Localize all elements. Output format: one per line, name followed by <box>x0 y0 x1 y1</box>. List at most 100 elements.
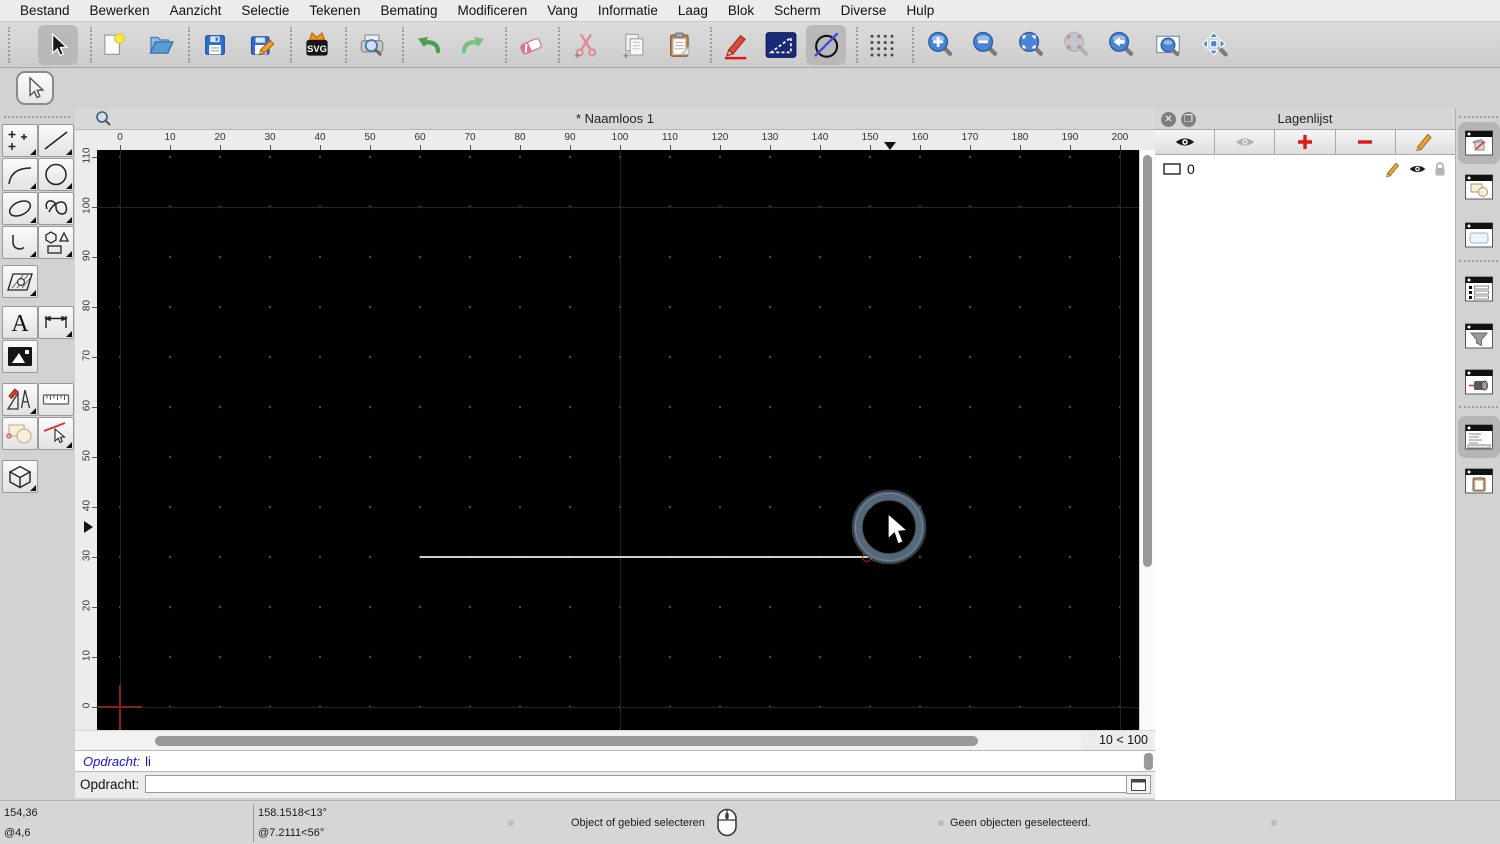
text-tool-button[interactable]: A <box>2 306 38 339</box>
curve-tool-button[interactable] <box>2 226 38 259</box>
horizontal-scrollbar[interactable]: 10 < 100 <box>75 730 1155 751</box>
copy-button[interactable] <box>614 25 654 65</box>
drafting-tool-button[interactable] <box>2 383 38 416</box>
new-document-button[interactable] <box>93 25 133 65</box>
draw-pencil-button[interactable] <box>715 25 755 65</box>
arc-tool-button[interactable] <box>2 158 38 191</box>
zoom-fit-button[interactable] <box>1011 25 1051 65</box>
zoom-window-button[interactable] <box>1148 25 1188 65</box>
select-arrow-button[interactable] <box>38 25 78 65</box>
layer-name: 0 <box>1187 161 1195 177</box>
hruler-label: 130 <box>761 132 779 143</box>
menu-item-informatie[interactable]: Informatie <box>588 3 668 18</box>
zoom-selection-button[interactable] <box>1056 25 1096 65</box>
layer-row[interactable]: 0 <box>1155 158 1455 180</box>
polygon-tool-button[interactable] <box>38 226 74 259</box>
hruler-label: 40 <box>314 132 326 143</box>
hruler-label: 90 <box>564 132 576 143</box>
show-all-eye-icon <box>1174 134 1196 150</box>
spline-tool-button[interactable] <box>38 192 74 225</box>
image-tool-button[interactable] <box>2 340 38 373</box>
list-panel-button[interactable] <box>1462 272 1496 306</box>
document-titlebar[interactable]: * Naamloos 1 <box>75 108 1155 130</box>
ellipse-line-button[interactable] <box>806 25 846 65</box>
save-button[interactable] <box>195 25 235 65</box>
hruler-label: 50 <box>364 132 376 143</box>
menu-item-aanzicht[interactable]: Aanzicht <box>160 3 232 18</box>
menu-item-selectie[interactable]: Selectie <box>231 3 299 18</box>
clipboard-panel-button[interactable] <box>1462 464 1496 498</box>
origin-cross <box>119 685 121 730</box>
pan-button[interactable] <box>1195 25 1235 65</box>
paste-button[interactable] <box>660 25 700 65</box>
remove-layer-button[interactable] <box>1335 130 1396 155</box>
save-as-button[interactable] <box>242 25 282 65</box>
command-input[interactable] <box>145 775 1128 793</box>
box-3d-tool-button[interactable] <box>2 460 38 493</box>
line-tool-button[interactable] <box>38 124 74 157</box>
menu-item-bestand[interactable]: Bestand <box>10 3 80 18</box>
menu-item-blok[interactable]: Blok <box>718 3 764 18</box>
cursor-tool-button[interactable] <box>16 71 54 105</box>
menu-item-laag[interactable]: Laag <box>668 3 718 18</box>
vruler-label: 80 <box>81 299 93 312</box>
svg-export-button[interactable]: SVG <box>297 25 337 65</box>
edit-layer-button[interactable] <box>1395 130 1456 155</box>
vruler-label: 10 <box>81 649 93 662</box>
hruler-label: 80 <box>514 132 526 143</box>
menu-item-diverse[interactable]: Diverse <box>831 3 897 18</box>
panel-strip <box>1455 108 1500 800</box>
menu-item-bewerken[interactable]: Bewerken <box>80 3 160 18</box>
command-window-button[interactable] <box>1126 775 1151 794</box>
menu-item-tekenen[interactable]: Tekenen <box>299 3 370 18</box>
layers-titlebar[interactable]: ✕ ❐ Lagenlijst <box>1155 108 1455 130</box>
ellipse-tool-button[interactable] <box>2 192 38 225</box>
history-scrollbar[interactable] <box>1143 753 1153 771</box>
layer-visible-eye-icon[interactable] <box>1408 162 1427 176</box>
shapes-tool-button[interactable] <box>2 417 38 450</box>
layer-lock-icon[interactable] <box>1433 161 1447 177</box>
filter-panel-button[interactable] <box>1462 319 1496 353</box>
dimension-tool-button[interactable] <box>38 306 74 339</box>
undo-button[interactable] <box>408 25 448 65</box>
properties-panel-button[interactable] <box>1458 122 1500 164</box>
blank-panel-button[interactable] <box>1462 218 1496 252</box>
edit-layer-pencil-icon <box>1415 132 1435 152</box>
points-tool-button[interactable] <box>2 124 38 157</box>
horizontal-scrollbar-thumb[interactable] <box>155 736 978 746</box>
drawn-line[interactable] <box>420 556 868 558</box>
command-panel-button[interactable] <box>1458 416 1500 458</box>
hatch-tool-button[interactable] <box>2 265 38 298</box>
projector-panel-button[interactable] <box>1462 365 1496 399</box>
vertical-scrollbar[interactable] <box>1139 150 1155 730</box>
add-layer-button[interactable] <box>1275 130 1336 155</box>
zoom-previous-button[interactable] <box>1101 25 1141 65</box>
menu-item-bemating[interactable]: Bemating <box>370 3 447 18</box>
palette-drag-handle[interactable] <box>4 116 70 118</box>
hruler-label: 70 <box>464 132 476 143</box>
show-all-layers-button[interactable] <box>1155 130 1216 155</box>
zoom-out-button[interactable] <box>965 25 1005 65</box>
redline-select-tool-button[interactable] <box>38 417 74 450</box>
grid-button[interactable] <box>862 25 902 65</box>
print-preview-button[interactable] <box>352 25 392 65</box>
cut-button[interactable] <box>566 25 606 65</box>
zoom-in-button[interactable] <box>920 25 960 65</box>
hide-all-layers-button[interactable] <box>1215 130 1276 155</box>
history-scrollbar-thumb[interactable] <box>1143 753 1153 770</box>
ruler-tool-button[interactable] <box>38 383 74 416</box>
layer-pencil-icon[interactable] <box>1385 161 1402 178</box>
menu-item-modificeren[interactable]: Modificeren <box>448 3 538 18</box>
open-button[interactable] <box>141 25 181 65</box>
shapes-panel-button[interactable] <box>1462 170 1496 204</box>
vertical-scrollbar-thumb[interactable] <box>1143 155 1152 567</box>
menu-item-hulp[interactable]: Hulp <box>896 3 944 18</box>
circle-tool-button[interactable] <box>38 158 74 191</box>
menu-item-vang[interactable]: Vang <box>537 3 588 18</box>
drawing-canvas[interactable] <box>97 150 1139 730</box>
menu-item-scherm[interactable]: Scherm <box>764 3 831 18</box>
dashed-triangle-button[interactable] <box>761 25 801 65</box>
redo-button[interactable] <box>454 25 494 65</box>
redo-icon <box>459 30 489 60</box>
eraser-button[interactable] <box>511 25 551 65</box>
